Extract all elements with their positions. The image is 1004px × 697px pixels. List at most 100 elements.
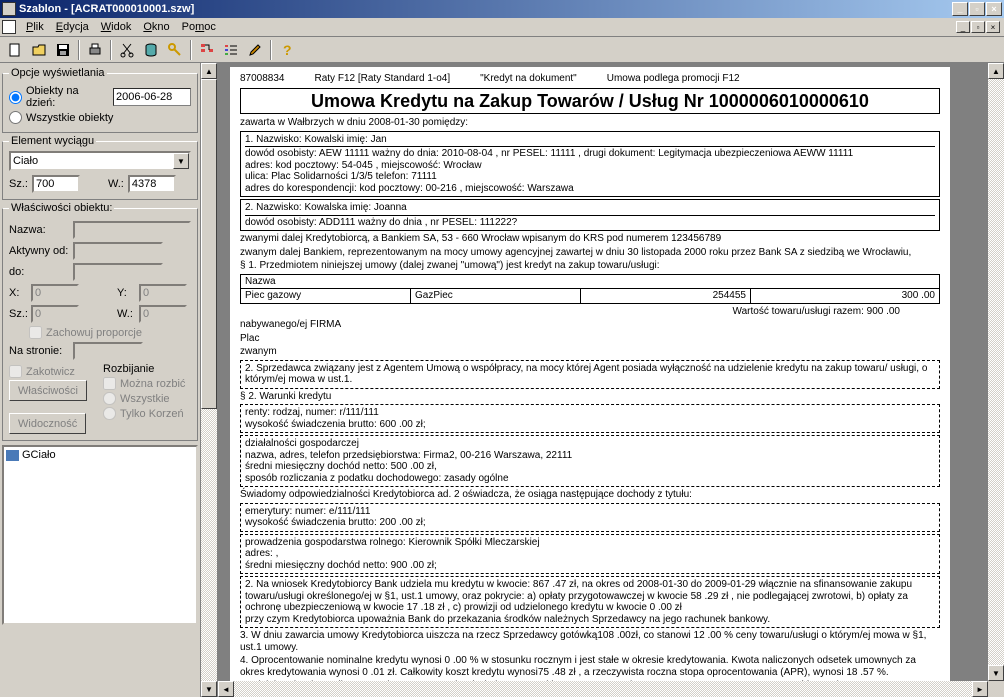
swiad: Świadomy odpowiedzialności Kredytobiorca… — [240, 489, 940, 501]
radio-wszystkie[interactable] — [9, 111, 22, 124]
menubar: Plik Edycja Widok Okno Pomoc _ ▫ × — [0, 18, 1004, 37]
x-input[interactable] — [31, 284, 79, 302]
doc-hscroll[interactable]: ◄ ► — [218, 681, 1004, 697]
db-icon[interactable] — [140, 39, 162, 61]
radio-label-obiekty: Obiekty na dzień: — [26, 85, 109, 109]
w2-input[interactable] — [139, 305, 187, 323]
print-icon[interactable] — [84, 39, 106, 61]
tree-area[interactable]: GCiało — [2, 445, 198, 625]
left-scrollbar[interactable]: ▲ ▼ — [200, 63, 216, 697]
zachowuj-check — [29, 326, 42, 339]
zwanymi: zwanymi dalej Kredytobiorcą, a Bankiem S… — [240, 233, 940, 245]
sprzedawca-box: 2. Sprzedawca związany jest z Agentem Um… — [240, 360, 940, 389]
new-icon[interactable] — [4, 39, 26, 61]
scroll-up-icon[interactable]: ▲ — [201, 63, 217, 79]
title-text: Szablon - [ACRAT000010001.szw] — [19, 3, 194, 15]
nazwa-input[interactable] — [73, 221, 191, 239]
mdi-minimize[interactable]: _ — [956, 21, 970, 33]
tree-item[interactable]: GCiało — [6, 449, 194, 461]
left-panel: Opcje wyświetlania Obiekty na dzień: Wsz… — [0, 63, 218, 697]
p4: 4. Oprocentowanie nominalne kredytu wyno… — [240, 655, 940, 678]
titlebar: Szablon - [ACRAT000010001.szw] _ ▫ × — [0, 0, 1004, 18]
combo-value: Ciało — [13, 155, 38, 167]
do-label: do: — [9, 266, 69, 278]
aktywny-label: Aktywny od: — [9, 245, 69, 257]
menu-okno[interactable]: Okno — [137, 19, 175, 35]
element-fieldset: Element wyciągu Ciało ▼ Sz.: W.: — [2, 135, 198, 200]
s1: § 1. Przedmiotem niniejszej umowy (dalej… — [240, 260, 940, 272]
p3: 3. W dniu zawarcia umowy Kredytobiorca u… — [240, 630, 940, 653]
svg-text:?: ? — [283, 42, 292, 58]
chevron-down-icon[interactable]: ▼ — [173, 153, 189, 169]
p2-dowod: dowód osobisty: ADD111 ważny do dnia , n… — [245, 217, 935, 229]
doc-id: 87008834 — [240, 73, 285, 85]
menu-edycja[interactable]: Edycja — [50, 19, 95, 35]
mozna-label: Można rozbić — [120, 378, 185, 390]
tree-icon[interactable] — [196, 39, 218, 61]
close-button[interactable]: × — [986, 2, 1002, 16]
key-icon[interactable] — [164, 39, 186, 61]
w-input[interactable] — [128, 175, 176, 193]
scroll-thumb[interactable] — [201, 79, 217, 409]
doc-scroll-right-icon[interactable]: ► — [972, 681, 988, 697]
app-icon — [2, 2, 16, 16]
sz-input[interactable] — [32, 175, 80, 193]
person1-box: 1. Nazwisko: Kowalski imię: Jan dowód os… — [240, 131, 940, 198]
date-input[interactable] — [113, 88, 191, 106]
nazwa-label: Nazwa: — [9, 224, 69, 236]
nastronie-input[interactable] — [73, 342, 143, 360]
scroll-down-icon[interactable]: ▼ — [201, 681, 217, 697]
scroll-corner — [988, 681, 1004, 697]
block-box: 2. Na wniosek Kredytobiorcy Bank udziela… — [240, 576, 940, 628]
menu-pomoc[interactable]: Pomoc — [176, 19, 222, 35]
doc-promo: Umowa podlega promocji F12 — [607, 73, 740, 85]
s2: § 2. Warunki kredytu — [240, 391, 940, 403]
doc-raty: Raty F12 [Raty Standard 1-o4] — [315, 73, 451, 85]
aktywny-input[interactable] — [73, 242, 163, 260]
y-input[interactable] — [139, 284, 187, 302]
tr-b: GazPiec — [411, 289, 581, 303]
element-combo[interactable]: Ciało ▼ — [9, 151, 191, 171]
minimize-button[interactable]: _ — [952, 2, 968, 16]
radio-obiekty-na-dzien[interactable] — [9, 91, 22, 104]
wartosc: Wartość towaru/usługi razem: 900 .00 — [240, 306, 940, 318]
do-input[interactable] — [73, 263, 163, 281]
menu-widok[interactable]: Widok — [95, 19, 138, 35]
zwanym: zwanym dalej Bankiem, reprezentowanym na… — [240, 247, 940, 259]
scroll-track[interactable] — [201, 409, 217, 681]
list-icon[interactable] — [220, 39, 242, 61]
emer-box: emerytury: numer: e/111/111 wysokość świ… — [240, 503, 940, 532]
p1-dowod: dowód osobisty: AEW 11111 ważny do dnia:… — [245, 148, 935, 160]
plac: Plac — [240, 333, 940, 345]
doc-kredyt: "Kredyt na dokument" — [480, 73, 577, 85]
doc-scroll-down-icon[interactable]: ▼ — [988, 665, 1004, 681]
mdi-close[interactable]: × — [986, 21, 1000, 33]
maximize-button[interactable]: ▫ — [969, 2, 985, 16]
doc-scroll-left-icon[interactable]: ◄ — [218, 681, 234, 697]
mozna-check — [103, 377, 116, 390]
wszystkie-radio — [103, 392, 116, 405]
save-icon[interactable] — [52, 39, 74, 61]
help-icon[interactable]: ? — [276, 39, 298, 61]
open-icon[interactable] — [28, 39, 50, 61]
mdi-icon — [2, 20, 16, 34]
doc-scroll-up-icon[interactable]: ▲ — [988, 63, 1004, 79]
wlasc-legend: Właściwości obiektu: — [9, 202, 114, 214]
tylko-radio — [103, 407, 116, 420]
y-label: Y: — [117, 287, 135, 299]
widocznosc-button[interactable]: Widoczność — [9, 413, 86, 434]
sz2-input[interactable] — [31, 305, 79, 323]
x-label: X: — [9, 287, 27, 299]
doc-zawarta: zawarta w Wałbrzych w dniu 2008-01-30 po… — [240, 117, 940, 129]
nastronie-label: Na stronie: — [9, 345, 69, 357]
wlasciwosci-button[interactable]: Właściwości — [9, 380, 87, 401]
zakotwicz-check — [9, 365, 22, 378]
tr-a: Piec gazowy — [241, 289, 411, 303]
brush-icon[interactable] — [244, 39, 266, 61]
wszystkie-r-label: Wszystkie — [120, 393, 170, 405]
menu-plik[interactable]: Plik — [20, 19, 50, 35]
doc-vscroll[interactable]: ▲ ▼ — [988, 63, 1004, 697]
cut-icon[interactable] — [116, 39, 138, 61]
tylko-label: Tylko Korzeń — [120, 408, 184, 420]
mdi-restore[interactable]: ▫ — [971, 21, 985, 33]
